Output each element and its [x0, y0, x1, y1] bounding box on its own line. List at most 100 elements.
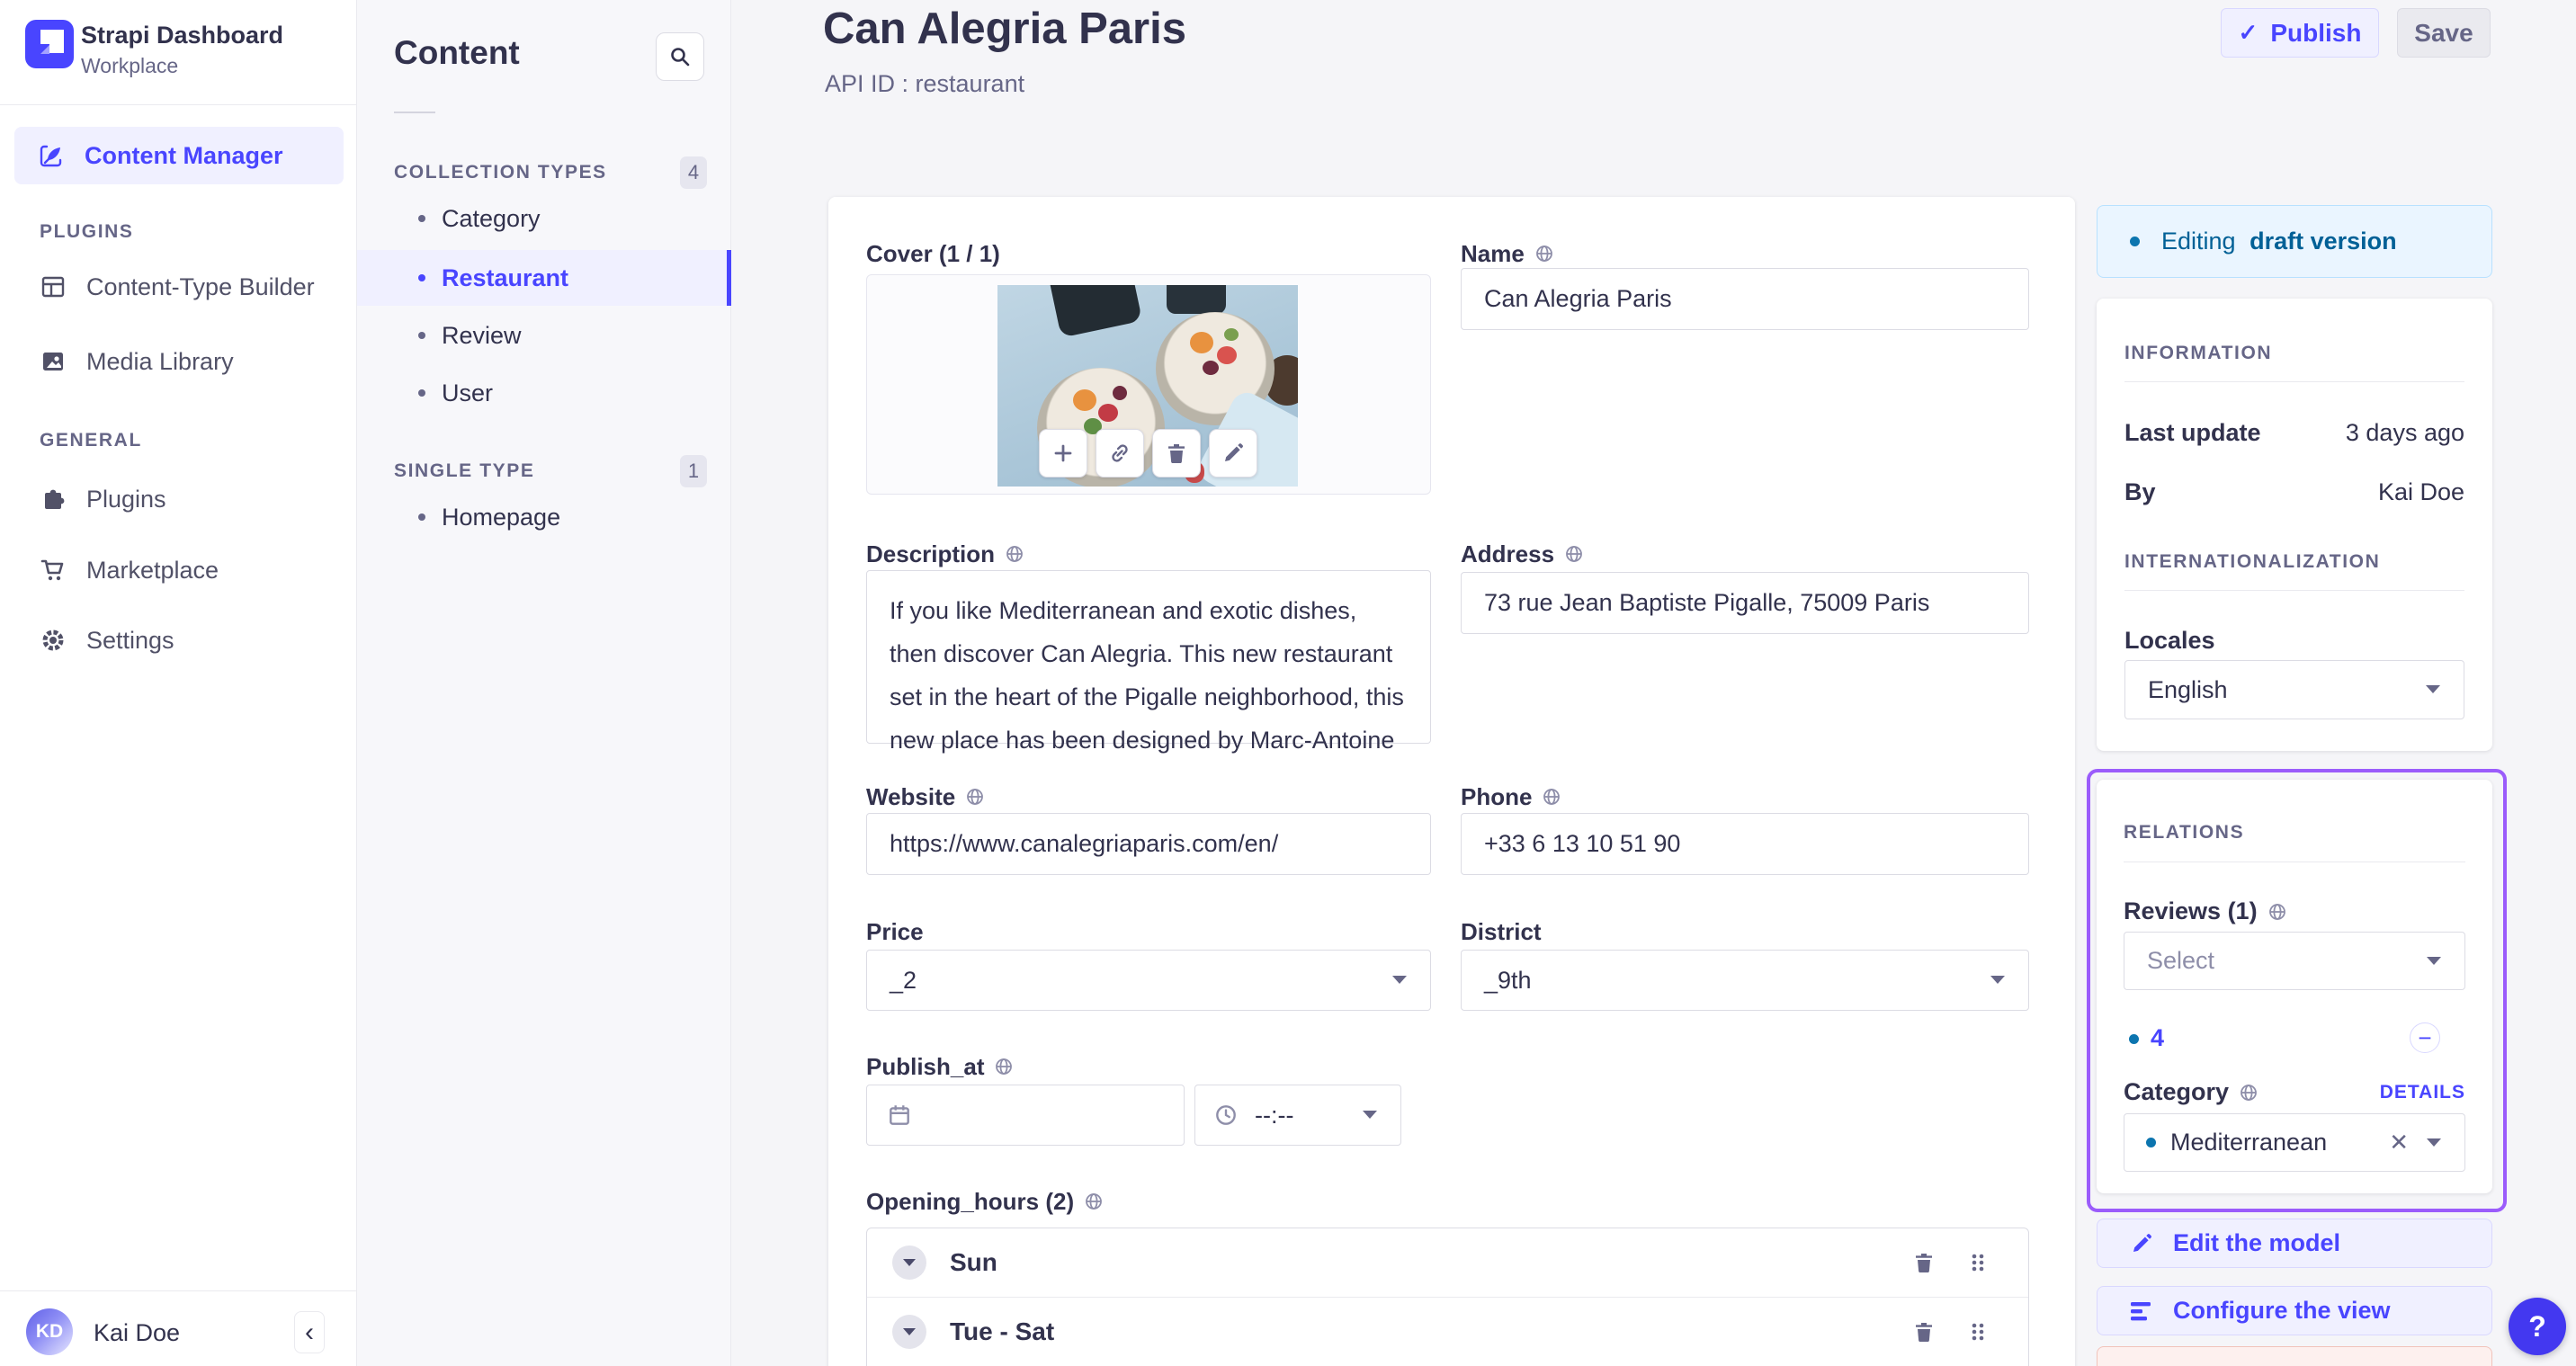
- chevron-down-icon: [1392, 976, 1407, 984]
- configure-view-button[interactable]: Configure the view: [2097, 1286, 2492, 1335]
- help-button[interactable]: ?: [2509, 1298, 2566, 1355]
- information-card: INFORMATION Last update 3 days ago By Ka…: [2097, 299, 2492, 751]
- time-placeholder: --:--: [1255, 1101, 1294, 1129]
- address-field-label: Address: [1461, 540, 1584, 568]
- cart-icon: [40, 557, 67, 584]
- opening-hours-row-tue-sat[interactable]: Tue - Sat: [867, 1298, 2028, 1366]
- cover-field-label: Cover (1 / 1): [866, 239, 1000, 267]
- avatar-initials: KD: [35, 1321, 64, 1342]
- publish-button[interactable]: ✓ Publish: [2221, 8, 2379, 58]
- category-label: Category: [2124, 1078, 2258, 1106]
- sidebar-item-label: Plugins: [86, 485, 166, 513]
- remove-relation-button[interactable]: −: [2410, 1022, 2440, 1053]
- delete-row-button[interactable]: [1912, 1320, 1936, 1344]
- globe-icon: [1084, 1192, 1104, 1211]
- phone-field-label: Phone: [1461, 782, 1561, 811]
- check-icon: ✓: [2238, 19, 2258, 46]
- publish-at-date-input[interactable]: [866, 1085, 1185, 1146]
- drag-handle-icon[interactable]: [1966, 1320, 1990, 1344]
- workspace-subtitle: Workplace: [81, 54, 179, 77]
- sidebar-item-media-library[interactable]: Media Library: [14, 335, 381, 388]
- collection-types-count-badge: 4: [680, 156, 707, 189]
- price-field-label: Price: [866, 917, 924, 945]
- opening-hours-field-label: Opening_hours (2): [866, 1187, 1104, 1216]
- subnav-item-user[interactable]: User: [357, 365, 731, 421]
- category-select[interactable]: Mediterranean ✕: [2124, 1113, 2465, 1172]
- close-icon[interactable]: ✕: [2389, 1129, 2409, 1156]
- name-input[interactable]: Can Alegria Paris: [1461, 268, 2029, 330]
- sidebar-item-marketplace[interactable]: Marketplace: [14, 544, 381, 596]
- search-icon: [668, 45, 692, 68]
- plus-icon: [1051, 442, 1075, 465]
- copy-link-button[interactable]: [1096, 429, 1144, 478]
- cover-art-pitcher: [1046, 285, 1143, 338]
- relation-dot: [2146, 1138, 2156, 1147]
- linked-review-link[interactable]: 4: [2151, 1024, 2164, 1052]
- address-input[interactable]: 73 rue Jean Baptiste Pigalle, 75009 Pari…: [1461, 572, 2029, 634]
- reviews-select[interactable]: Select: [2124, 932, 2465, 990]
- question-mark-icon: ?: [2528, 1309, 2546, 1343]
- website-input[interactable]: https://www.canalegriaparis.com/en/: [866, 813, 1431, 875]
- link-icon: [1108, 442, 1131, 465]
- avatar[interactable]: KD: [26, 1308, 73, 1355]
- gear-icon: [40, 627, 67, 654]
- subnav-title: Content: [394, 34, 520, 71]
- drag-handle-icon[interactable]: [1966, 1251, 1990, 1274]
- add-media-button[interactable]: [1039, 429, 1087, 478]
- edit-media-button[interactable]: [1209, 429, 1257, 478]
- details-link[interactable]: DETAILS: [2380, 1082, 2465, 1103]
- sidebar-item-plugins[interactable]: Plugins: [14, 473, 381, 525]
- divider: [0, 104, 356, 105]
- delete-media-button[interactable]: [1152, 429, 1201, 478]
- nav-section-plugins: PLUGINS: [40, 221, 134, 242]
- picture-icon: [40, 348, 67, 375]
- phone-input[interactable]: +33 6 13 10 51 90: [1461, 813, 2029, 875]
- website-field-label: Website: [866, 782, 985, 811]
- district-select[interactable]: _9th: [1461, 950, 2029, 1011]
- subnav-item-category[interactable]: Category: [357, 191, 731, 246]
- chevron-down-icon: [903, 1259, 916, 1266]
- divider: [2124, 590, 2464, 591]
- save-button[interactable]: Save: [2397, 8, 2491, 58]
- opening-hours-accordion: Sun Tue - Sat: [866, 1228, 2029, 1366]
- cover-art-fruit: [1217, 346, 1237, 364]
- accordion-toggle-button[interactable]: [892, 1245, 926, 1280]
- publish-at-time-input[interactable]: --:--: [1194, 1085, 1401, 1146]
- chevron-down-icon: [2427, 956, 2441, 965]
- search-button[interactable]: [656, 32, 704, 81]
- description-textarea[interactable]: If you like Mediterranean and exotic dis…: [866, 570, 1431, 754]
- layout-icon: [40, 273, 67, 300]
- cover-art-fruit: [1113, 386, 1127, 400]
- opening-hours-row-sun[interactable]: Sun: [867, 1228, 2028, 1297]
- collapse-sidebar-button[interactable]: ‹: [294, 1311, 325, 1353]
- edit-model-button[interactable]: Edit the model: [2097, 1219, 2492, 1268]
- delete-row-button[interactable]: [1912, 1251, 1936, 1274]
- description-field-label: Description: [866, 540, 1024, 568]
- globe-icon: [2267, 902, 2287, 922]
- globe-icon: [1534, 244, 1554, 263]
- subnav-item-review[interactable]: Review: [357, 308, 731, 363]
- name-field-label: Name: [1461, 239, 1554, 268]
- main-sidebar: Strapi Dashboard Workplace Content Manag…: [0, 0, 357, 1366]
- pencil-icon: [2130, 1232, 2153, 1255]
- price-select[interactable]: _2: [866, 950, 1431, 1011]
- subnav-item-homepage[interactable]: Homepage: [357, 489, 731, 545]
- subnav-item-restaurant[interactable]: Restaurant: [357, 250, 731, 306]
- bullet-dot: [418, 332, 425, 339]
- sidebar-item-label: Settings: [86, 626, 174, 654]
- edit-form-card: Cover (1 / 1) Name Can Alegria Paris Des…: [828, 197, 2075, 1366]
- accordion-toggle-button[interactable]: [892, 1315, 926, 1349]
- strapi-logo[interactable]: [25, 20, 74, 68]
- pencil-icon: [1221, 442, 1245, 465]
- cover-art-fruit: [1190, 332, 1213, 353]
- workspace-title: Strapi Dashboard: [81, 22, 284, 49]
- locale-select[interactable]: English: [2124, 660, 2464, 719]
- api-id: API ID : restaurant: [825, 70, 1025, 97]
- delete-entry-button-partial[interactable]: [2097, 1346, 2492, 1366]
- sidebar-item-settings[interactable]: Settings: [14, 614, 381, 666]
- reviews-label: Reviews (1): [2124, 897, 2287, 925]
- chevron-down-icon: [903, 1328, 916, 1335]
- sidebar-item-content-manager[interactable]: Content Manager: [14, 127, 344, 184]
- last-update-row: Last update 3 days ago: [2124, 419, 2464, 446]
- sidebar-item-content-type-builder[interactable]: Content-Type Builder: [14, 261, 381, 313]
